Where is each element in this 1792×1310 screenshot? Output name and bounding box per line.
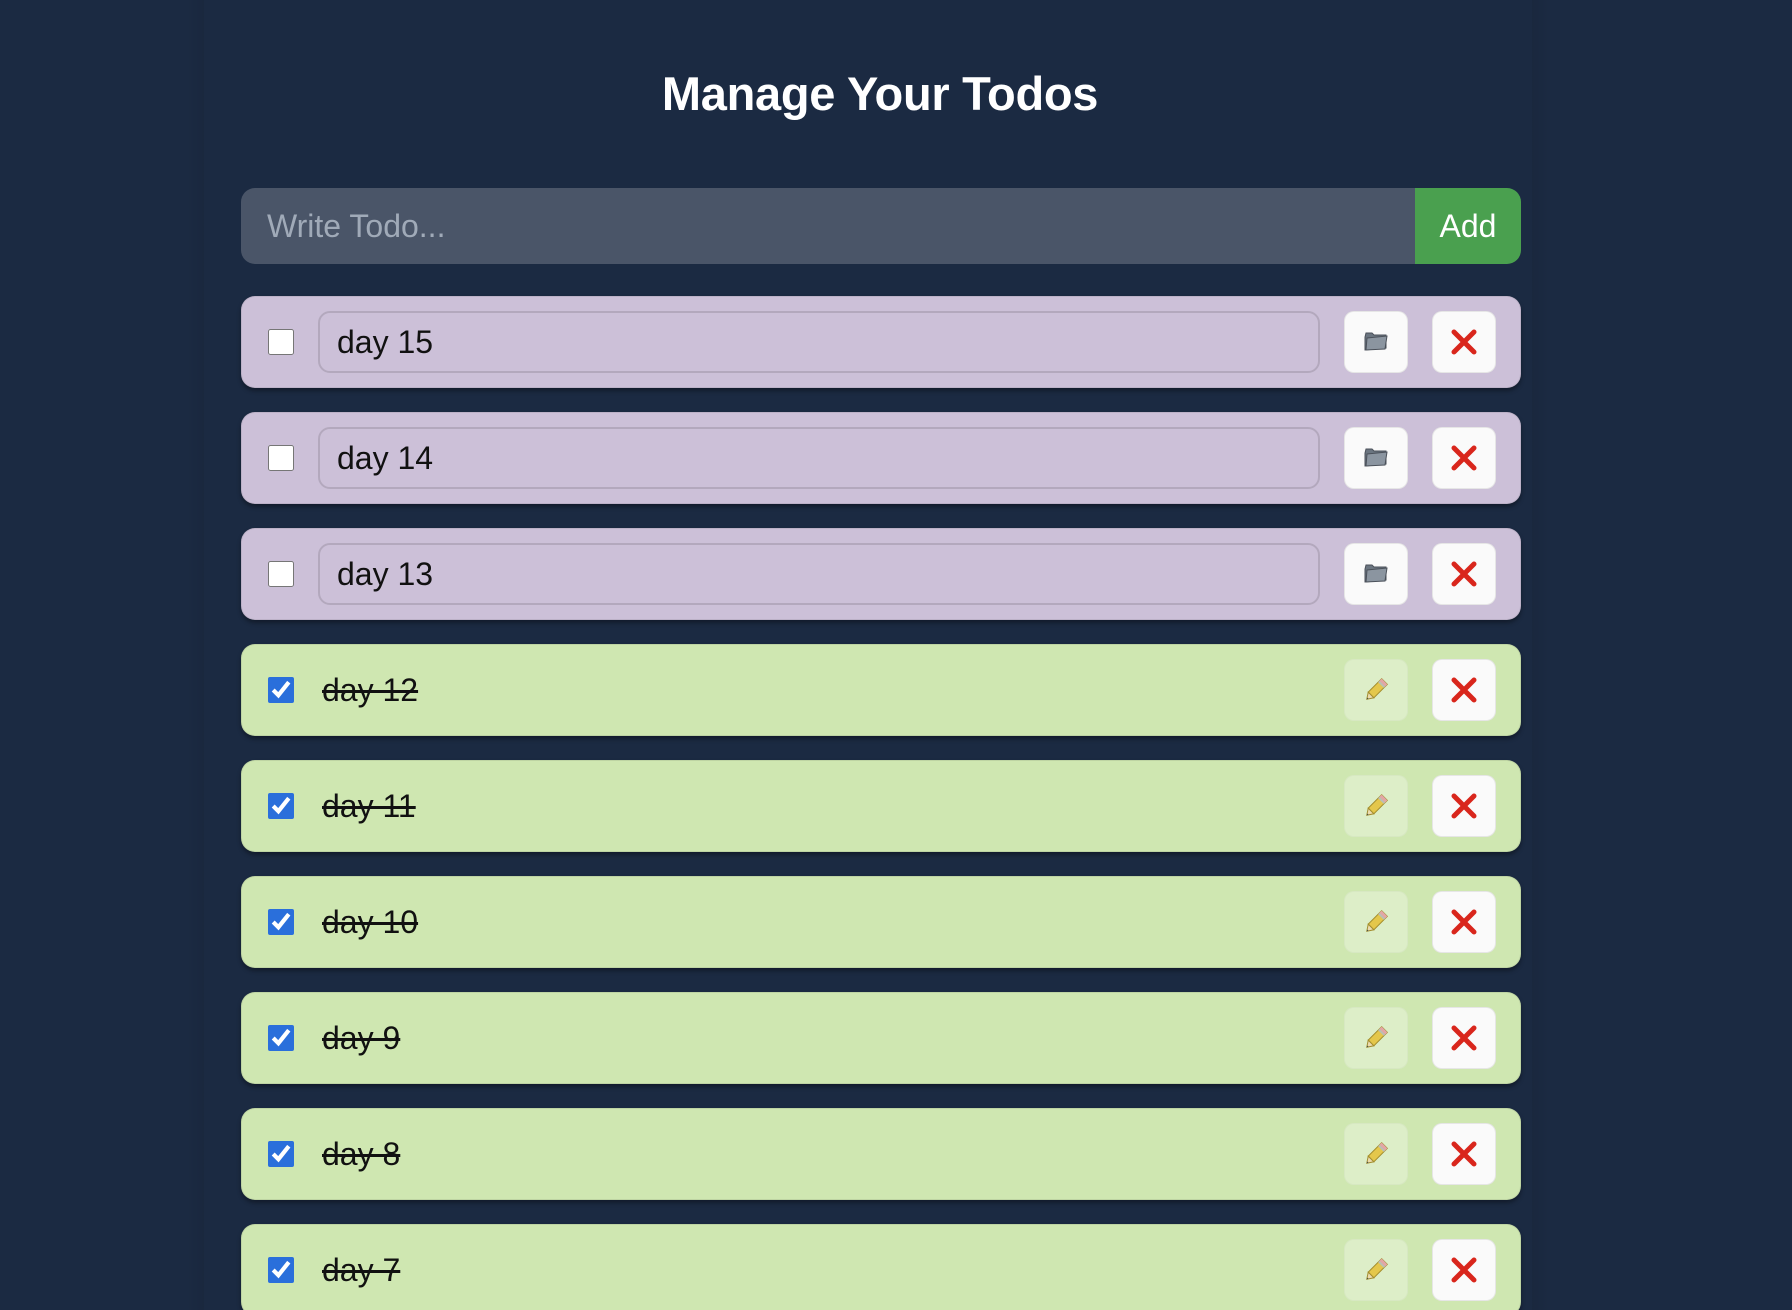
todo-text: day 11 — [322, 787, 416, 824]
pencil-icon — [1361, 1023, 1391, 1053]
todo-checkbox[interactable] — [268, 677, 294, 703]
todo-checkbox[interactable] — [268, 445, 294, 471]
close-icon — [1450, 560, 1478, 588]
todo-checkbox[interactable] — [268, 561, 294, 587]
folder-icon — [1363, 563, 1389, 585]
edit-button[interactable] — [1344, 891, 1408, 953]
close-icon — [1450, 792, 1478, 820]
pencil-icon — [1361, 1255, 1391, 1285]
folder-icon — [1363, 447, 1389, 469]
add-button[interactable]: Add — [1415, 188, 1521, 264]
todo-item: day 8 — [241, 1108, 1521, 1200]
page-title: Manage Your Todos — [661, 67, 1099, 120]
edit-button[interactable] — [1344, 1007, 1408, 1069]
pencil-icon — [1361, 1139, 1391, 1169]
delete-button[interactable] — [1432, 1239, 1496, 1301]
todo-text[interactable]: day 14 — [318, 427, 1320, 489]
close-icon — [1450, 676, 1478, 704]
close-icon — [1450, 328, 1478, 356]
todo-checkbox[interactable] — [268, 909, 294, 935]
todo-item: day 11 — [241, 760, 1521, 852]
edit-button[interactable] — [1344, 1123, 1408, 1185]
todo-item: day 15 — [241, 296, 1521, 388]
close-icon — [1450, 1256, 1478, 1284]
delete-button[interactable] — [1432, 427, 1496, 489]
todo-item: day 13 — [241, 528, 1521, 620]
pencil-icon — [1361, 907, 1391, 937]
todo-item: day 10 — [241, 876, 1521, 968]
todo-text: day 10 — [322, 903, 419, 940]
edit-button[interactable] — [1344, 659, 1408, 721]
todo-item: day 12 — [241, 644, 1521, 736]
edit-button[interactable] — [1344, 775, 1408, 837]
todo-checkbox[interactable] — [268, 1025, 294, 1051]
todo-text[interactable]: day 15 — [318, 311, 1320, 373]
close-icon — [1450, 444, 1478, 472]
save-button[interactable] — [1344, 311, 1408, 373]
add-todo-form: Add — [241, 188, 1521, 264]
delete-button[interactable] — [1432, 659, 1496, 721]
side-shade-left — [186, 0, 204, 1310]
pencil-icon — [1361, 791, 1391, 821]
todo-checkbox[interactable] — [268, 329, 294, 355]
todo-text: day 12 — [322, 671, 419, 708]
delete-button[interactable] — [1432, 1007, 1496, 1069]
save-button[interactable] — [1344, 543, 1408, 605]
edit-button[interactable] — [1344, 1239, 1408, 1301]
todo-checkbox[interactable] — [268, 793, 294, 819]
todo-checkbox[interactable] — [268, 1257, 294, 1283]
todo-input[interactable] — [241, 188, 1415, 264]
todo-list: day 15 day 14 day 13 day 12 day 11 day 10 day … — [241, 296, 1521, 1310]
todo-item: day 7 — [241, 1224, 1521, 1310]
pencil-icon — [1361, 675, 1391, 705]
delete-button[interactable] — [1432, 311, 1496, 373]
delete-button[interactable] — [1432, 543, 1496, 605]
close-icon — [1450, 1024, 1478, 1052]
todo-text[interactable]: day 13 — [318, 543, 1320, 605]
delete-button[interactable] — [1432, 775, 1496, 837]
save-button[interactable] — [1344, 427, 1408, 489]
delete-button[interactable] — [1432, 1123, 1496, 1185]
close-icon — [1450, 1140, 1478, 1168]
todo-item: day 14 — [241, 412, 1521, 504]
side-shade-right — [1532, 0, 1550, 1310]
todo-text: day 9 — [322, 1019, 401, 1056]
close-icon — [1450, 908, 1478, 936]
todo-checkbox[interactable] — [268, 1141, 294, 1167]
todo-app: Manage Your Todos Add day 15 day 14 day 13… — [0, 0, 1792, 1310]
delete-button[interactable] — [1432, 891, 1496, 953]
folder-icon — [1363, 331, 1389, 353]
todo-text: day 7 — [322, 1251, 401, 1288]
todo-text: day 8 — [322, 1135, 401, 1172]
todo-item: day 9 — [241, 992, 1521, 1084]
